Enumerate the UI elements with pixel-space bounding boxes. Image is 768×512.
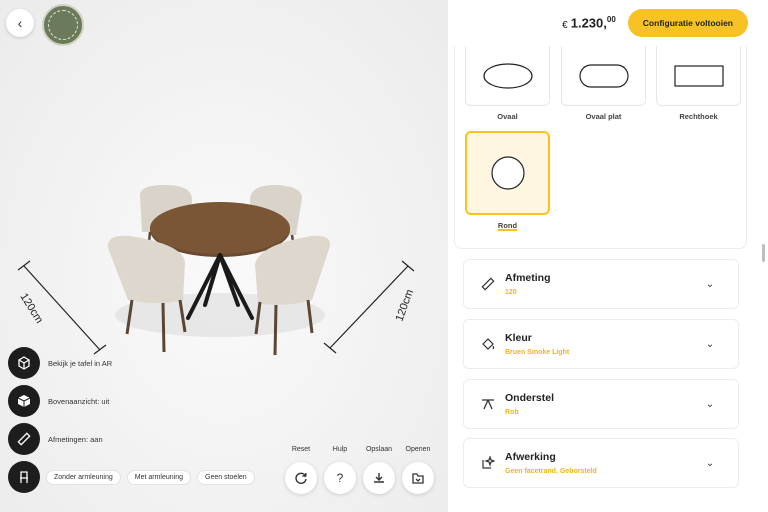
ar-view-action[interactable]: Bekijk je tafel in AR (8, 346, 112, 380)
configuration-panel: €1.230,00 Configuratie voltooien Ovaal O… (448, 0, 768, 512)
shape-label-oval-flat: Ovaal plat (585, 112, 622, 121)
option-value-kleur: Bruen Smoke Light (505, 349, 570, 356)
open-label: Openen (405, 446, 431, 453)
chip-with-armrest[interactable]: Met armleuning (126, 470, 192, 485)
option-onderstel[interactable]: Onderstel Rob ⌄ (463, 379, 739, 429)
shape-box-oval-flat (561, 46, 646, 106)
tool-help: Hulp ? (324, 446, 356, 494)
price-main: 1.230, (570, 15, 607, 31)
chip-no-armrest[interactable]: Zonder armleuning (46, 470, 121, 485)
price-cents: 00 (606, 15, 616, 25)
tool-open: Openen (402, 446, 434, 494)
help-icon: ? (336, 471, 344, 485)
dimensions-label: Afmetingen: aan (48, 434, 103, 444)
chair-options: Zonder armleuning Met armleuning Geen st… (46, 470, 255, 485)
download-icon (374, 473, 384, 483)
box-icon (8, 385, 40, 417)
chair-icon (8, 461, 40, 493)
option-title-afwerking: Afwerking (505, 451, 556, 463)
top-view-label: Bovenaanzicht: uit (48, 396, 110, 406)
paint-bucket-icon (481, 337, 495, 351)
ruler-icon (8, 423, 40, 455)
configurator-viewport[interactable]: ‹ 120cm 120cm Bekijk je tafel in AR Bove… (0, 0, 448, 512)
complete-configuration-button[interactable]: Configuratie voltooien (627, 9, 748, 37)
table-base-icon (481, 397, 495, 411)
open-button[interactable] (402, 462, 434, 494)
reset-label: Reset (291, 446, 311, 453)
oval-shape-icon (482, 62, 533, 89)
shape-option-oval-flat[interactable]: Ovaal plat (561, 46, 646, 121)
brand-logo[interactable] (42, 4, 84, 46)
rectangle-shape-icon (673, 64, 724, 87)
price-currency: € (562, 19, 568, 31)
chevron-down-icon: ⌄ (705, 338, 715, 350)
shape-option-rectangle[interactable]: Rechthoek (656, 46, 741, 121)
panel-header: €1.230,00 Configuratie voltooien (448, 0, 768, 46)
option-title-onderstel: Onderstel (505, 392, 555, 404)
open-folder-icon (412, 473, 424, 484)
tool-save: Opslaan (363, 446, 395, 494)
ruler-icon (481, 277, 495, 291)
logo-seal (48, 10, 78, 40)
sparkle-edit-icon (481, 456, 495, 470)
option-kleur[interactable]: Kleur Bruen Smoke Light ⌄ (463, 319, 739, 369)
reset-icon (295, 472, 307, 484)
option-value-afmeting: 120 (505, 289, 517, 296)
dimension-label-right: 120cm (394, 288, 417, 323)
oval-flat-shape-icon (578, 63, 629, 88)
panel-scrollbar[interactable] (762, 244, 765, 262)
shape-box-rectangle (656, 46, 741, 106)
shape-label-round: Rond (497, 221, 518, 230)
shape-selector: Ovaal Ovaal plat Rechthoek Rond (454, 46, 747, 249)
shape-label-oval: Ovaal (497, 112, 518, 121)
chevron-down-icon: ⌄ (705, 457, 715, 469)
chevron-left-icon: ‹ (17, 15, 23, 31)
option-afmeting[interactable]: Afmeting 120 ⌄ (463, 259, 739, 309)
chair-front-right (254, 235, 331, 356)
ar-view-label: Bekijk je tafel in AR (48, 358, 113, 368)
shape-box-oval (465, 46, 550, 106)
help-label: Hulp (332, 446, 348, 453)
chevron-down-icon: ⌄ (705, 278, 715, 290)
shape-option-round[interactable]: Rond (465, 131, 550, 230)
option-value-onderstel: Rob (505, 409, 519, 416)
total-price: €1.230,00 (562, 15, 616, 30)
back-button[interactable]: ‹ (6, 9, 34, 37)
round-shape-icon (490, 156, 525, 190)
option-title-kleur: Kleur (505, 332, 532, 344)
option-title-afmeting: Afmeting (505, 272, 551, 284)
top-view-toggle[interactable]: Bovenaanzicht: uit (8, 384, 112, 418)
shape-option-oval[interactable]: Ovaal (465, 46, 550, 121)
shape-label-rectangle: Rechthoek (679, 112, 718, 121)
chevron-down-icon: ⌄ (705, 398, 715, 410)
reset-button[interactable] (285, 462, 317, 494)
chip-no-chairs[interactable]: Geen stoelen (197, 470, 255, 485)
help-button[interactable]: ? (324, 462, 356, 494)
option-value-afwerking: Geen facetrand, Geborsteld (505, 468, 597, 475)
dimensions-toggle[interactable]: Afmetingen: aan (8, 422, 112, 456)
save-button[interactable] (363, 462, 395, 494)
shape-box-round (465, 131, 550, 215)
tool-reset: Reset (285, 446, 317, 494)
ar-cube-icon (8, 347, 40, 379)
save-label: Opslaan (365, 446, 393, 453)
dimension-label-left: 120cm (17, 291, 45, 325)
option-afwerking[interactable]: Afwerking Geen facetrand, Geborsteld ⌄ (463, 438, 739, 488)
tool-buttons: Reset Hulp ? Opslaan Openen (285, 446, 434, 494)
